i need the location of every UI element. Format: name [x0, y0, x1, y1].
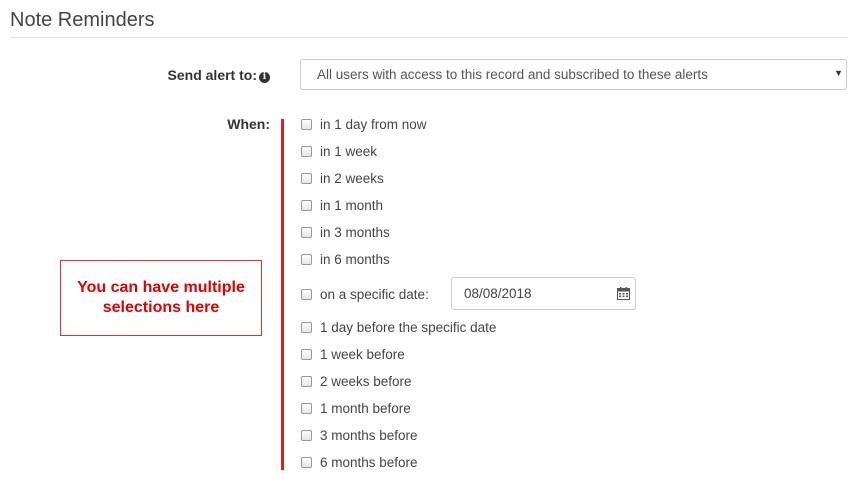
option-label: 2 weeks before — [320, 373, 412, 389]
option-label: in 6 months — [320, 251, 390, 267]
option-label: on a specific date: — [320, 286, 429, 302]
option-label: 6 months before — [320, 454, 418, 470]
section-title: Note Reminders — [10, 9, 155, 31]
title-divider — [10, 37, 848, 38]
send-alert-label-text: Send alert to: — [167, 67, 257, 83]
send-alert-label: Send alert to: i — [150, 67, 270, 83]
when-option-1-week-before[interactable]: 1 week before — [301, 345, 405, 363]
checkbox[interactable] — [301, 348, 312, 360]
checkbox[interactable] — [301, 172, 312, 184]
option-label: in 2 weeks — [320, 170, 384, 186]
specific-date-value: 08/08/2018 — [464, 286, 532, 301]
checkbox[interactable] — [301, 402, 312, 414]
when-option-6-months-before[interactable]: 6 months before — [301, 453, 418, 471]
option-label: in 3 months — [320, 224, 390, 240]
option-label: 1 day before the specific date — [320, 319, 497, 335]
annotation-callout: You can have multiple selections here — [60, 260, 262, 336]
option-label: in 1 month — [320, 197, 384, 213]
when-option-specific-date[interactable]: on a specific date: — [301, 285, 429, 303]
when-option-1-month-before[interactable]: 1 month before — [301, 399, 411, 417]
option-label: in 1 day from now — [320, 116, 427, 132]
chevron-down-icon: ▼ — [834, 68, 843, 78]
checkbox[interactable] — [301, 321, 312, 333]
option-label: in 1 week — [320, 143, 378, 159]
option-label: 1 week before — [320, 346, 405, 362]
when-option-1-month[interactable]: in 1 month — [301, 196, 383, 214]
checkbox[interactable] — [301, 375, 312, 387]
when-option-3-months-before[interactable]: 3 months before — [301, 426, 418, 444]
checkbox[interactable] — [301, 288, 312, 300]
when-option-1-day-before[interactable]: 1 day before the specific date — [301, 318, 496, 336]
specific-date-input[interactable]: 08/08/2018 — [451, 277, 636, 310]
when-option-1-day[interactable]: in 1 day from now — [301, 115, 427, 133]
checkbox[interactable] — [301, 199, 312, 211]
checkbox[interactable] — [301, 253, 312, 265]
calendar-icon[interactable] — [617, 287, 630, 300]
when-option-2-weeks-before[interactable]: 2 weeks before — [301, 372, 412, 390]
option-label: 3 months before — [320, 427, 418, 443]
send-alert-selected-value: All users with access to this record and… — [317, 67, 708, 82]
when-option-2-weeks[interactable]: in 2 weeks — [301, 169, 384, 187]
annotation-text: You can have multiple selections here — [77, 279, 245, 316]
checkbox[interactable] — [301, 456, 312, 468]
when-option-3-months[interactable]: in 3 months — [301, 223, 390, 241]
checkbox[interactable] — [301, 429, 312, 441]
info-icon[interactable]: i — [259, 72, 270, 83]
send-alert-select[interactable]: All users with access to this record and… — [300, 59, 847, 90]
annotation-red-line — [281, 119, 284, 470]
option-label: 1 month before — [320, 400, 411, 416]
checkbox[interactable] — [301, 226, 312, 238]
checkbox[interactable] — [301, 118, 312, 130]
when-option-1-week[interactable]: in 1 week — [301, 142, 377, 160]
checkbox[interactable] — [301, 145, 312, 157]
when-label: When: — [227, 116, 270, 132]
when-option-6-months[interactable]: in 6 months — [301, 250, 390, 268]
